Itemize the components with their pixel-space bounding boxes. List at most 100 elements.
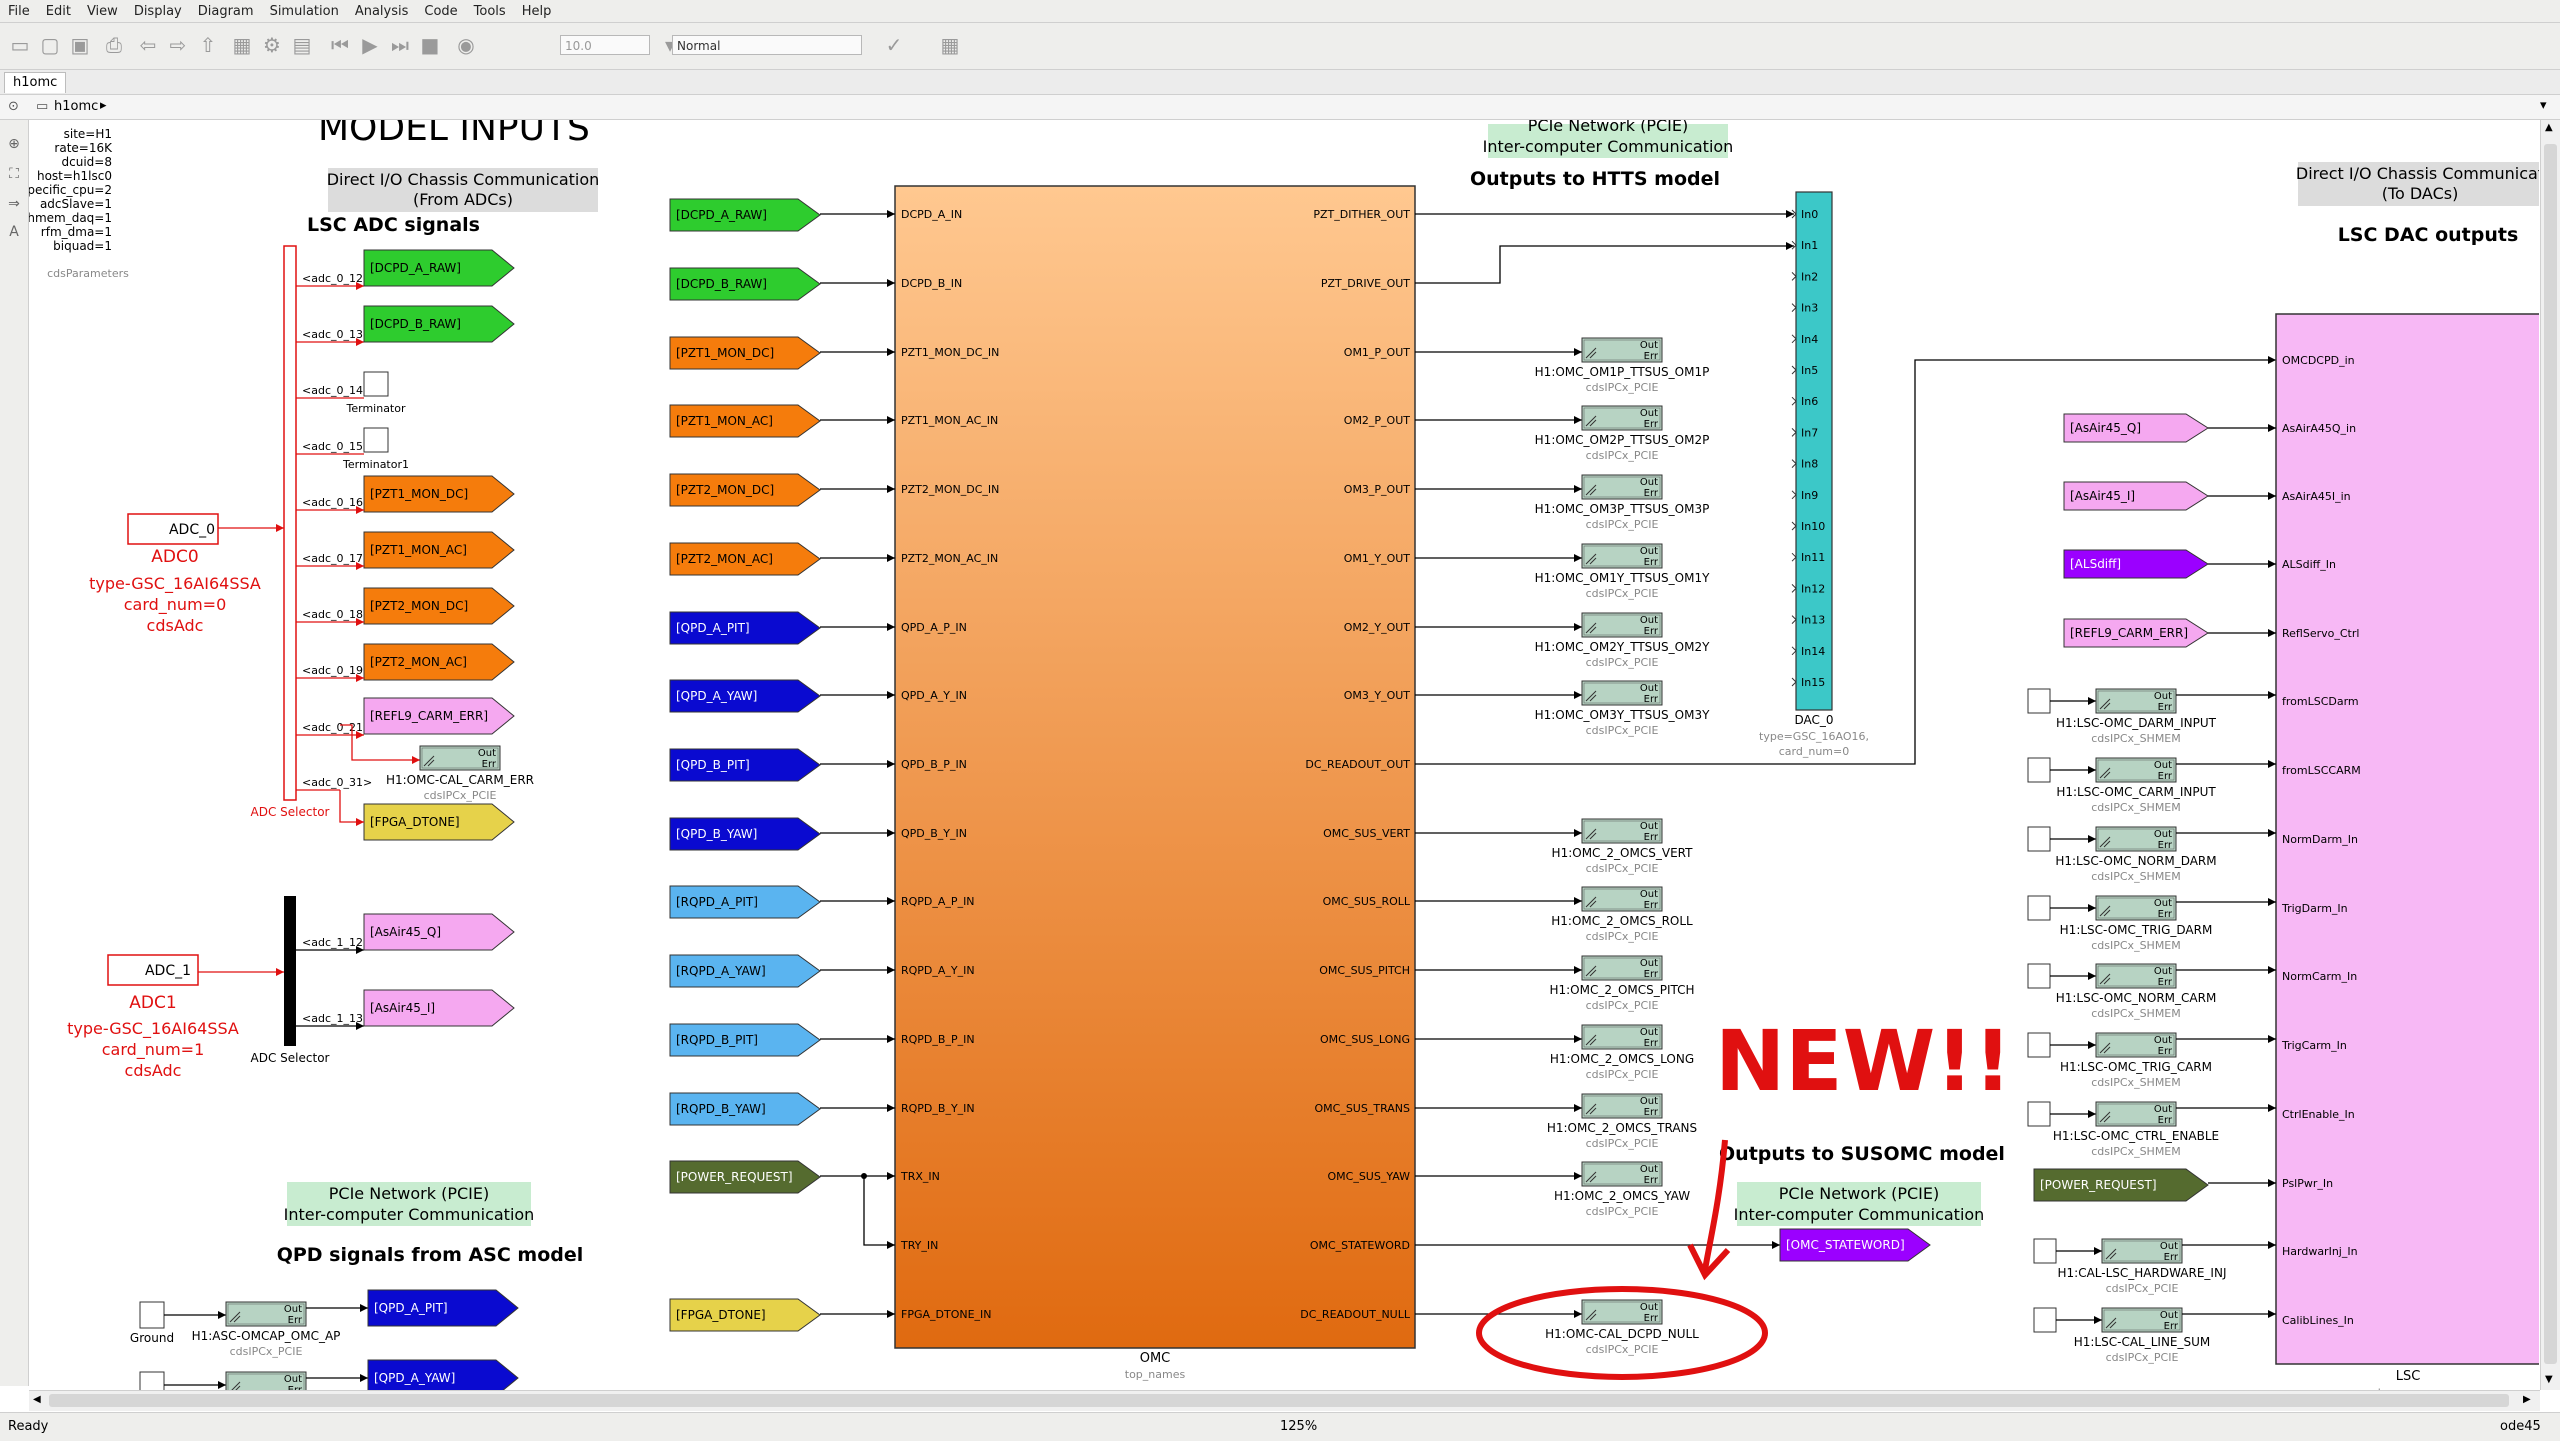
new-icon[interactable]: ▭ (6, 31, 34, 59)
library-icon[interactable]: ▦ (228, 31, 256, 59)
explorer-icon[interactable]: ▤ (288, 31, 316, 59)
ipc-block[interactable]: OutErr (2095, 1032, 2177, 1058)
ground-block[interactable] (2027, 895, 2051, 921)
scroll-up-icon[interactable]: ▲ (2545, 122, 2553, 133)
ipc-block[interactable]: OutErr (1581, 612, 1663, 638)
terminator-block[interactable] (363, 427, 389, 453)
ground-block[interactable] (2027, 688, 2051, 714)
ipc-block[interactable]: OutErr (2095, 963, 2177, 989)
ipc-block[interactable]: OutErr (2095, 757, 2177, 783)
adc-selector-block[interactable] (283, 245, 297, 801)
ipc-block[interactable]: OutErr (2095, 1101, 2177, 1127)
ipc-block[interactable]: OutErr (419, 745, 501, 771)
menu-simulation[interactable]: Simulation (262, 4, 347, 19)
ipc-block[interactable]: OutErr (1581, 1299, 1663, 1325)
ground-block[interactable] (2027, 1101, 2051, 1127)
grid-icon[interactable]: ▦ (936, 31, 964, 59)
goto-tag[interactable]: [PZT2_MON_DC] (363, 587, 515, 625)
ipc-block[interactable]: OutErr (225, 1301, 307, 1327)
record-icon[interactable]: ◉ (452, 31, 480, 59)
menu-view[interactable]: View (79, 4, 126, 19)
ipc-block[interactable]: OutErr (2095, 688, 2177, 714)
goto-tag[interactable]: [AsAir45_Q] (363, 913, 515, 951)
vertical-scrollbar[interactable]: ▲ ▼ (2540, 120, 2560, 1390)
step-back-icon[interactable]: ⏮ (326, 31, 354, 59)
omc-input-goto-tag[interactable]: [PZT2_MON_DC] (669, 473, 821, 507)
annotation-icon[interactable]: A (4, 222, 24, 242)
goto-tag[interactable]: [PZT1_MON_DC] (363, 475, 515, 513)
adc-selector-2-block[interactable] (284, 896, 296, 1046)
ground-block[interactable] (2033, 1238, 2057, 1264)
ipc-block[interactable]: OutErr (225, 1371, 307, 1390)
ipc-block[interactable]: OutErr (2101, 1238, 2183, 1264)
ipc-block[interactable]: OutErr (1581, 337, 1663, 363)
ground-block[interactable] (2027, 1032, 2051, 1058)
omc-input-goto-tag[interactable]: [PZT1_MON_DC] (669, 336, 821, 370)
stop-time-input[interactable]: 10.0 (560, 35, 650, 55)
step-forward-icon[interactable]: ⏭ (386, 31, 414, 59)
omc-input-goto-tag[interactable]: [RQPD_A_YAW] (669, 954, 821, 988)
omc-input-goto-tag[interactable]: [DCPD_A_RAW] (669, 198, 821, 232)
ipc-block[interactable]: OutErr (1581, 474, 1663, 500)
ipc-block[interactable]: OutErr (2101, 1307, 2183, 1333)
omc-input-goto-tag[interactable]: [QPD_B_YAW] (669, 817, 821, 851)
sim-mode-select[interactable]: Normal (672, 35, 862, 55)
goto-tag[interactable]: [AsAir45_I] (363, 989, 515, 1027)
goto-tag[interactable]: [PZT2_MON_AC] (363, 643, 515, 681)
fit-view-icon[interactable]: ⛶ (4, 164, 24, 184)
open-icon[interactable]: ▢ (36, 31, 64, 59)
ipc-block[interactable]: OutErr (1581, 1093, 1663, 1119)
ground-block[interactable] (139, 1371, 165, 1390)
stop-icon[interactable]: ■ (416, 31, 444, 59)
hide-explorer-icon[interactable]: ⊙ (8, 99, 19, 114)
omc-input-goto-tag[interactable]: [RQPD_A_PIT] (669, 885, 821, 919)
run-icon[interactable]: ▶ (356, 31, 384, 59)
vertical-scroll-thumb[interactable] (2544, 144, 2557, 1364)
goto-tag[interactable]: [QPD_A_PIT] (367, 1289, 519, 1327)
ground-block[interactable] (2027, 757, 2051, 783)
ipc-block[interactable]: OutErr (1581, 543, 1663, 569)
omc-input-goto-tag[interactable]: [POWER_REQUEST] (669, 1160, 821, 1194)
lsc-goto-tag[interactable]: [AsAir45_Q] (2063, 413, 2209, 443)
goto-tag[interactable]: [DCPD_B_RAW] (363, 305, 515, 343)
model-canvas[interactable]: site=H1 rate=16K dcuid=8 host=h1lsc0 specifi… (29, 120, 2539, 1390)
omc-input-goto-tag[interactable]: [QPD_A_YAW] (669, 679, 821, 713)
menu-diagram[interactable]: Diagram (190, 4, 262, 19)
lsc-power-goto-tag[interactable]: [POWER_REQUEST] (2033, 1168, 2209, 1202)
print-icon[interactable]: ⎙ (100, 31, 128, 59)
horizontal-scrollbar[interactable]: ◀ ▶ (29, 1390, 2540, 1411)
menu-edit[interactable]: Edit (38, 4, 79, 19)
scroll-left-icon[interactable]: ◀ (33, 1394, 41, 1405)
ipc-block[interactable]: OutErr (2095, 826, 2177, 852)
ground-block[interactable] (2033, 1307, 2057, 1333)
tab-h1omc[interactable]: h1omc (4, 72, 67, 93)
line[interactable] (339, 790, 364, 823)
ipc-block[interactable]: OutErr (1581, 955, 1663, 981)
lsc-goto-tag[interactable]: [REFL9_CARM_ERR] (2063, 618, 2209, 648)
goto-tag[interactable]: [DCPD_A_RAW] (363, 249, 515, 287)
omc-input-goto-tag[interactable]: [QPD_B_PIT] (669, 748, 821, 782)
lsc-goto-tag[interactable]: [AsAir45_I] (2063, 481, 2209, 511)
up-icon[interactable]: ⇧ (194, 31, 222, 59)
zoom-icon[interactable]: ⊕ (4, 134, 24, 154)
ipc-block[interactable]: OutErr (2095, 895, 2177, 921)
goto-tag[interactable]: [REFL9_CARM_ERR] (363, 697, 515, 735)
ipc-block[interactable]: OutErr (1581, 405, 1663, 431)
try-branch-line[interactable] (863, 1176, 895, 1246)
scroll-down-icon[interactable]: ▼ (2545, 1374, 2553, 1385)
omc-input-goto-tag[interactable]: [RQPD_B_YAW] (669, 1092, 821, 1126)
forward-icon[interactable]: ⇨ (164, 31, 192, 59)
settings-gear-icon[interactable]: ⚙ (258, 31, 286, 59)
breadcrumb[interactable]: h1omc (54, 99, 98, 114)
menu-help[interactable]: Help (514, 4, 560, 19)
omc-input-goto-tag[interactable]: [PZT1_MON_AC] (669, 404, 821, 438)
omc-input-goto-tag[interactable]: [QPD_A_PIT] (669, 611, 821, 645)
menu-tools[interactable]: Tools (466, 4, 514, 19)
ipc-block[interactable]: OutErr (1581, 1161, 1663, 1187)
menu-code[interactable]: Code (416, 4, 465, 19)
ipc-block[interactable]: OutErr (1581, 680, 1663, 706)
omc-input-goto-tag[interactable]: [FPGA_DTONE] (669, 1298, 821, 1332)
ipc-block[interactable]: OutErr (1581, 886, 1663, 912)
arrow-right-icon[interactable]: ⇒ (4, 194, 24, 214)
horizontal-scroll-thumb[interactable] (49, 1394, 2509, 1407)
